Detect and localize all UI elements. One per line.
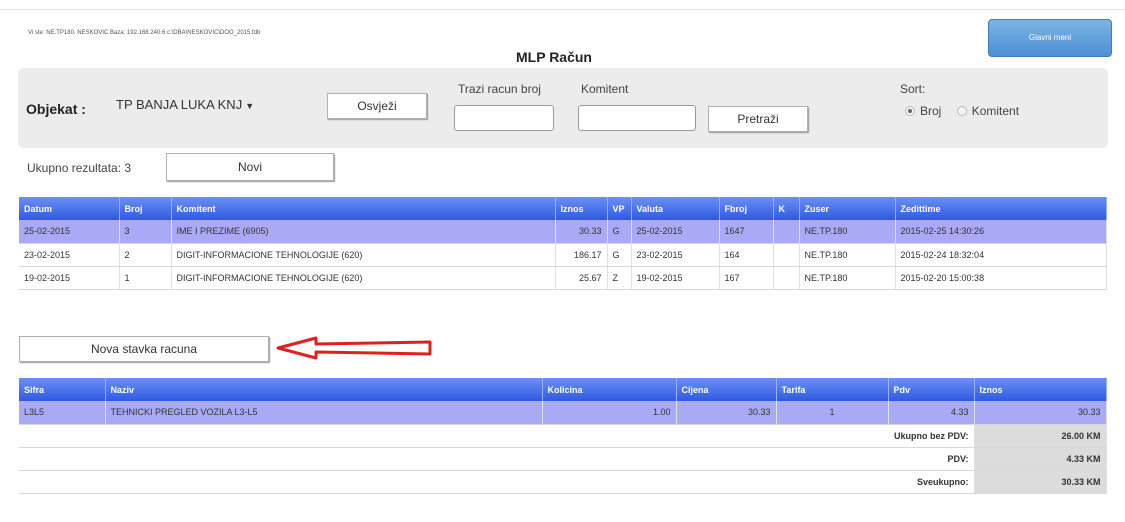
cell-komitent: IME I PREZIME (6905) (171, 220, 556, 244)
col-zedittime[interactable]: Zedittime (895, 197, 1107, 220)
col-valuta[interactable]: Valuta (631, 197, 720, 220)
table-row[interactable]: 19-02-2015 1 DIGIT-INFORMACIONE TEHNOLOG… (19, 266, 1107, 290)
col-sifra[interactable]: Sifra (19, 378, 106, 401)
cell-broj: 1 (119, 266, 172, 290)
total-row: Sveukupno: 30.33 KM (19, 470, 1107, 494)
page-title: MLP Račun (516, 49, 592, 65)
cell-vp: G (607, 220, 632, 244)
col-pdv[interactable]: Pdv (888, 378, 975, 401)
cell-zuser: NE.TP.180 (799, 266, 896, 290)
search-button[interactable]: Pretraži (708, 106, 808, 132)
cell-broj: 2 (119, 243, 172, 267)
cell-komitent: DIGIT-INFORMACIONE TEHNOLOGIJE (620) (171, 243, 556, 267)
invoices-table: Datum Broj Komitent Iznos VP Valuta Fbro… (19, 197, 1107, 290)
cell-datum: 19-02-2015 (19, 266, 120, 290)
sort-komitent-label: Komitent (971, 104, 1020, 118)
total-label-gross: Sveukupno: (19, 470, 975, 494)
objekat-select-value: TP BANJA LUKA KNJ (116, 97, 243, 112)
total-row: Ukupno bez PDV: 26.00 KM (19, 424, 1107, 448)
cell-vp: G (607, 243, 632, 267)
cell-kolicina: 1.00 (542, 401, 677, 425)
cell-zedittime: 2015-02-24 18:32:04 (895, 243, 1107, 267)
cell-komitent: DIGIT-INFORMACIONE TEHNOLOGIJE (620) (171, 266, 556, 290)
total-label-net: Ukupno bez PDV: (19, 424, 975, 448)
new-invoice-button[interactable]: Novi (166, 153, 334, 181)
cell-iznos: 186.17 (555, 243, 608, 267)
cell-cijena: 30.33 (676, 401, 777, 425)
sort-broj-radio[interactable] (905, 106, 915, 116)
sort-broj-label: Broj (920, 104, 942, 118)
col-broj[interactable]: Broj (119, 197, 172, 220)
table-row[interactable]: L3L5 TEHNICKI PREGLED VOZILA L3-L5 1.00 … (19, 401, 1107, 425)
new-invoice-item-button[interactable]: Nova stavka racuna (19, 336, 269, 362)
sort-label: Sort: (900, 82, 926, 96)
chevron-down-icon: ▼ (245, 101, 255, 111)
objekat-select[interactable]: TP BANJA LUKA KNJ ▼ (116, 97, 254, 112)
cell-datum: 23-02-2015 (19, 243, 120, 267)
col-naziv[interactable]: Naziv (105, 378, 543, 401)
refresh-button[interactable]: Osvježi (327, 93, 427, 119)
cell-sifra: L3L5 (19, 401, 106, 425)
col-k[interactable]: K (773, 197, 800, 220)
col-fbroj[interactable]: Fbroj (719, 197, 774, 220)
table-row[interactable]: 25-02-2015 3 IME I PREZIME (6905) 30.33 … (19, 220, 1107, 244)
search-number-input[interactable] (454, 105, 554, 131)
cell-fbroj: 164 (719, 243, 774, 267)
total-label-vat: PDV: (19, 447, 975, 471)
col-datum[interactable]: Datum (19, 197, 120, 220)
cell-pdv: 4.33 (888, 401, 975, 425)
cell-valuta: 25-02-2015 (631, 220, 720, 244)
cell-zedittime: 2015-02-20 15:00:38 (895, 266, 1107, 290)
objekat-label: Objekat : (26, 101, 86, 117)
total-value-net: 26.00 KM (974, 424, 1107, 448)
col-vp[interactable]: VP (607, 197, 632, 220)
cell-k (773, 266, 800, 290)
arrow-left-icon (276, 336, 432, 360)
items-header-row: Sifra Naziv Kolicina Cijena Tarifa Pdv I… (19, 378, 1107, 401)
cell-k (773, 243, 800, 267)
total-row: PDV: 4.33 KM (19, 447, 1107, 471)
cell-iznos: 30.33 (555, 220, 608, 244)
invoices-header-row: Datum Broj Komitent Iznos VP Valuta Fbro… (19, 197, 1107, 220)
cell-iznos: 30.33 (974, 401, 1107, 425)
total-value-vat: 4.33 KM (974, 447, 1107, 471)
cell-valuta: 23-02-2015 (631, 243, 720, 267)
cell-valuta: 19-02-2015 (631, 266, 720, 290)
cell-zuser: NE.TP.180 (799, 220, 896, 244)
sort-komitent-radio[interactable] (956, 106, 967, 116)
col-kolicina[interactable]: Kolicina (542, 378, 677, 401)
cell-fbroj: 1647 (719, 220, 774, 244)
cell-datum: 25-02-2015 (19, 220, 120, 244)
cell-zedittime: 2015-02-25 14:30:26 (895, 220, 1107, 244)
col-iznos[interactable]: Iznos (555, 197, 608, 220)
filter-panel: Objekat : TP BANJA LUKA KNJ ▼ Osvježi Tra… (18, 68, 1108, 148)
komitent-input[interactable] (578, 105, 696, 131)
total-value-gross: 30.33 KM (974, 470, 1107, 494)
cell-iznos: 25.67 (555, 266, 608, 290)
cell-tarifa: 1 (776, 401, 889, 425)
cell-k (773, 220, 800, 244)
cell-zuser: NE.TP.180 (799, 243, 896, 267)
search-number-label: Trazi racun broj (458, 82, 541, 96)
col-tarifa[interactable]: Tarifa (776, 378, 889, 401)
cell-vp: Z (607, 266, 632, 290)
main-menu-button[interactable]: Glavni meni (988, 19, 1112, 57)
col-cijena[interactable]: Cijena (676, 378, 777, 401)
cell-broj: 3 (119, 220, 172, 244)
session-info: Vi ste: NE.TP180. NESKOVIC Baza: 192.168… (28, 30, 261, 36)
col-zuser[interactable]: Zuser (799, 197, 896, 220)
komitent-label: Komitent (581, 82, 629, 96)
col-iznos[interactable]: Iznos (974, 378, 1107, 401)
col-komitent[interactable]: Komitent (171, 197, 556, 220)
results-count: Ukupno rezultata: 3 (27, 161, 132, 175)
sort-options: Broj Komitent (905, 104, 1031, 118)
table-row[interactable]: 23-02-2015 2 DIGIT-INFORMACIONE TEHNOLOG… (19, 243, 1107, 267)
cell-fbroj: 167 (719, 266, 774, 290)
cell-naziv: TEHNICKI PREGLED VOZILA L3-L5 (105, 401, 543, 425)
top-divider (0, 9, 1125, 10)
invoice-items-table: Sifra Naziv Kolicina Cijena Tarifa Pdv I… (19, 378, 1107, 494)
